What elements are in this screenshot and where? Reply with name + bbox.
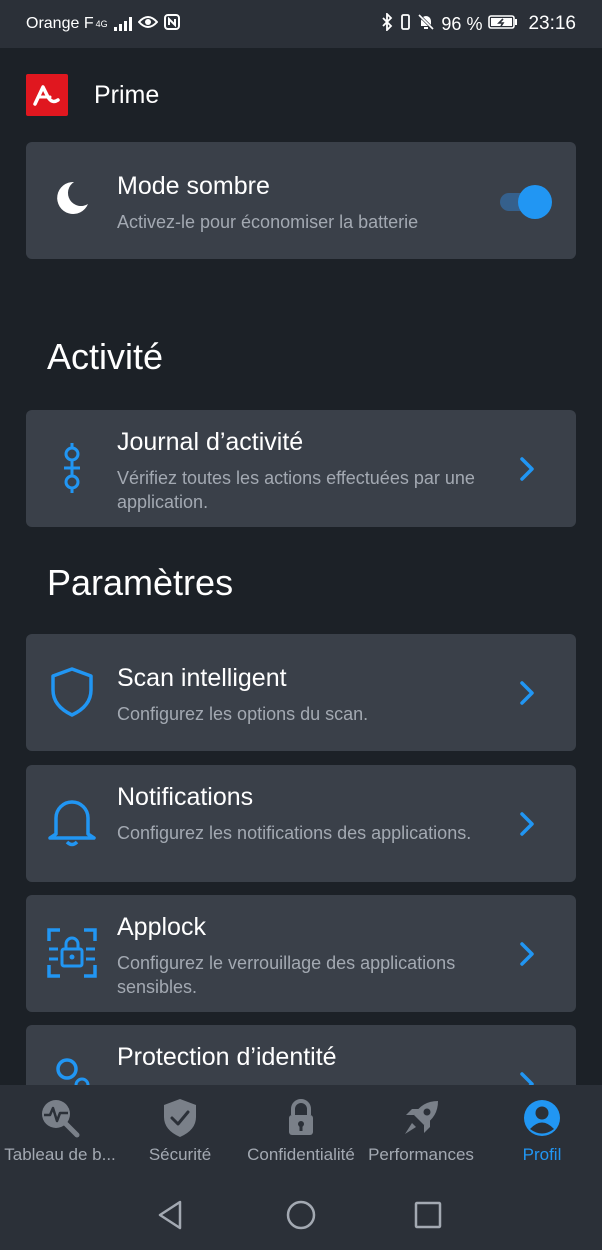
signal-icon [113, 17, 132, 31]
mute-bell-icon [417, 13, 435, 36]
applock-card[interactable]: Applock Configurez le verrouillage des a… [26, 895, 576, 1012]
tab-privacy[interactable]: Confidentialité [240, 1085, 362, 1180]
smart-scan-subtitle: Configurez les options du scan. [117, 704, 369, 724]
system-navigation-bar [0, 1180, 602, 1250]
applock-icon [46, 927, 98, 979]
section-activity-title: Activité [47, 336, 164, 377]
security-shield-icon [162, 1097, 198, 1139]
tab-performance[interactable]: Performances [362, 1085, 480, 1180]
moon-icon [46, 172, 98, 224]
recents-icon[interactable] [411, 1198, 445, 1232]
home-icon[interactable] [284, 1198, 318, 1232]
applock-title: Applock [117, 913, 206, 941]
vibrate-icon [399, 13, 411, 36]
tab-security[interactable]: Sécurité [135, 1085, 225, 1180]
status-left: Orange F 4G [26, 13, 180, 35]
applock-subtitle: Configurez le verrouillage des applicati… [117, 953, 456, 997]
tab-profile[interactable]: Profil [502, 1085, 582, 1180]
chevron-right-icon [520, 812, 534, 836]
tab-dashboard[interactable]: Tableau de b... [0, 1085, 120, 1180]
activity-log-icon [46, 442, 98, 494]
back-icon[interactable] [154, 1198, 188, 1232]
shield-icon [46, 666, 98, 718]
app-title: Prime [94, 80, 160, 109]
clock: 23:16 [528, 13, 576, 34]
smart-scan-card[interactable]: Scan intelligent Configurez les options … [26, 634, 576, 751]
tab-profile-label: Profil [522, 1145, 562, 1164]
bluetooth-icon [381, 11, 393, 36]
status-right: 96 % 23:16 [381, 11, 576, 36]
tab-dashboard-label: Tableau de b... [4, 1145, 116, 1164]
carrier-label: Orange F [26, 15, 94, 32]
notifications-title: Notifications [117, 783, 254, 811]
activity-log-card[interactable]: Journal d’activité Vérifiez toutes les a… [26, 410, 576, 527]
chevron-right-icon [520, 1072, 534, 1085]
dark-mode-card[interactable]: Mode sombre Activez-le pour économiser l… [26, 142, 576, 259]
dark-mode-subtitle: Activez-le pour économiser la batterie [117, 212, 419, 232]
rocket-icon [400, 1097, 442, 1139]
avira-logo [26, 74, 68, 116]
status-bar: Orange F 4G 96 % 23:16 [0, 0, 602, 48]
chevron-right-icon [520, 942, 534, 966]
dark-mode-title: Mode sombre [117, 172, 270, 200]
tab-performance-label: Performances [368, 1145, 474, 1164]
toggle-knob [518, 185, 552, 219]
identity-protection-card[interactable]: Protection d’identité [26, 1025, 576, 1085]
chevron-right-icon [520, 457, 534, 481]
dashboard-icon [39, 1097, 81, 1139]
identity-protection-title: Protection d’identité [117, 1043, 337, 1071]
smart-scan-title: Scan intelligent [117, 664, 287, 692]
network-type: 4G [95, 19, 108, 29]
battery-icon [488, 14, 518, 35]
profile-icon [522, 1097, 562, 1139]
tab-security-label: Sécurité [148, 1145, 212, 1164]
notifications-card[interactable]: Notifications Configurez les notificatio… [26, 765, 576, 882]
bottom-navigation: Tableau de b... Sécurité Confidentialité… [0, 1085, 602, 1180]
lock-icon [286, 1097, 316, 1139]
dark-mode-toggle[interactable] [498, 184, 554, 219]
bell-icon [46, 795, 98, 847]
eye-icon [137, 15, 158, 34]
battery-level: 96 % [441, 13, 483, 34]
activity-log-title: Journal d’activité [117, 428, 304, 456]
nfc-icon [163, 13, 180, 35]
tab-privacy-label: Confidentialité [247, 1145, 355, 1164]
activity-log-subtitle: Vérifiez toutes les actions effectuées p… [117, 468, 475, 512]
chevron-right-icon [520, 681, 534, 705]
identity-icon [46, 1055, 98, 1085]
notifications-subtitle: Configurez les notifications des applica… [117, 823, 472, 843]
section-settings-title: Paramètres [47, 562, 234, 603]
app-header: Prime [26, 74, 159, 116]
